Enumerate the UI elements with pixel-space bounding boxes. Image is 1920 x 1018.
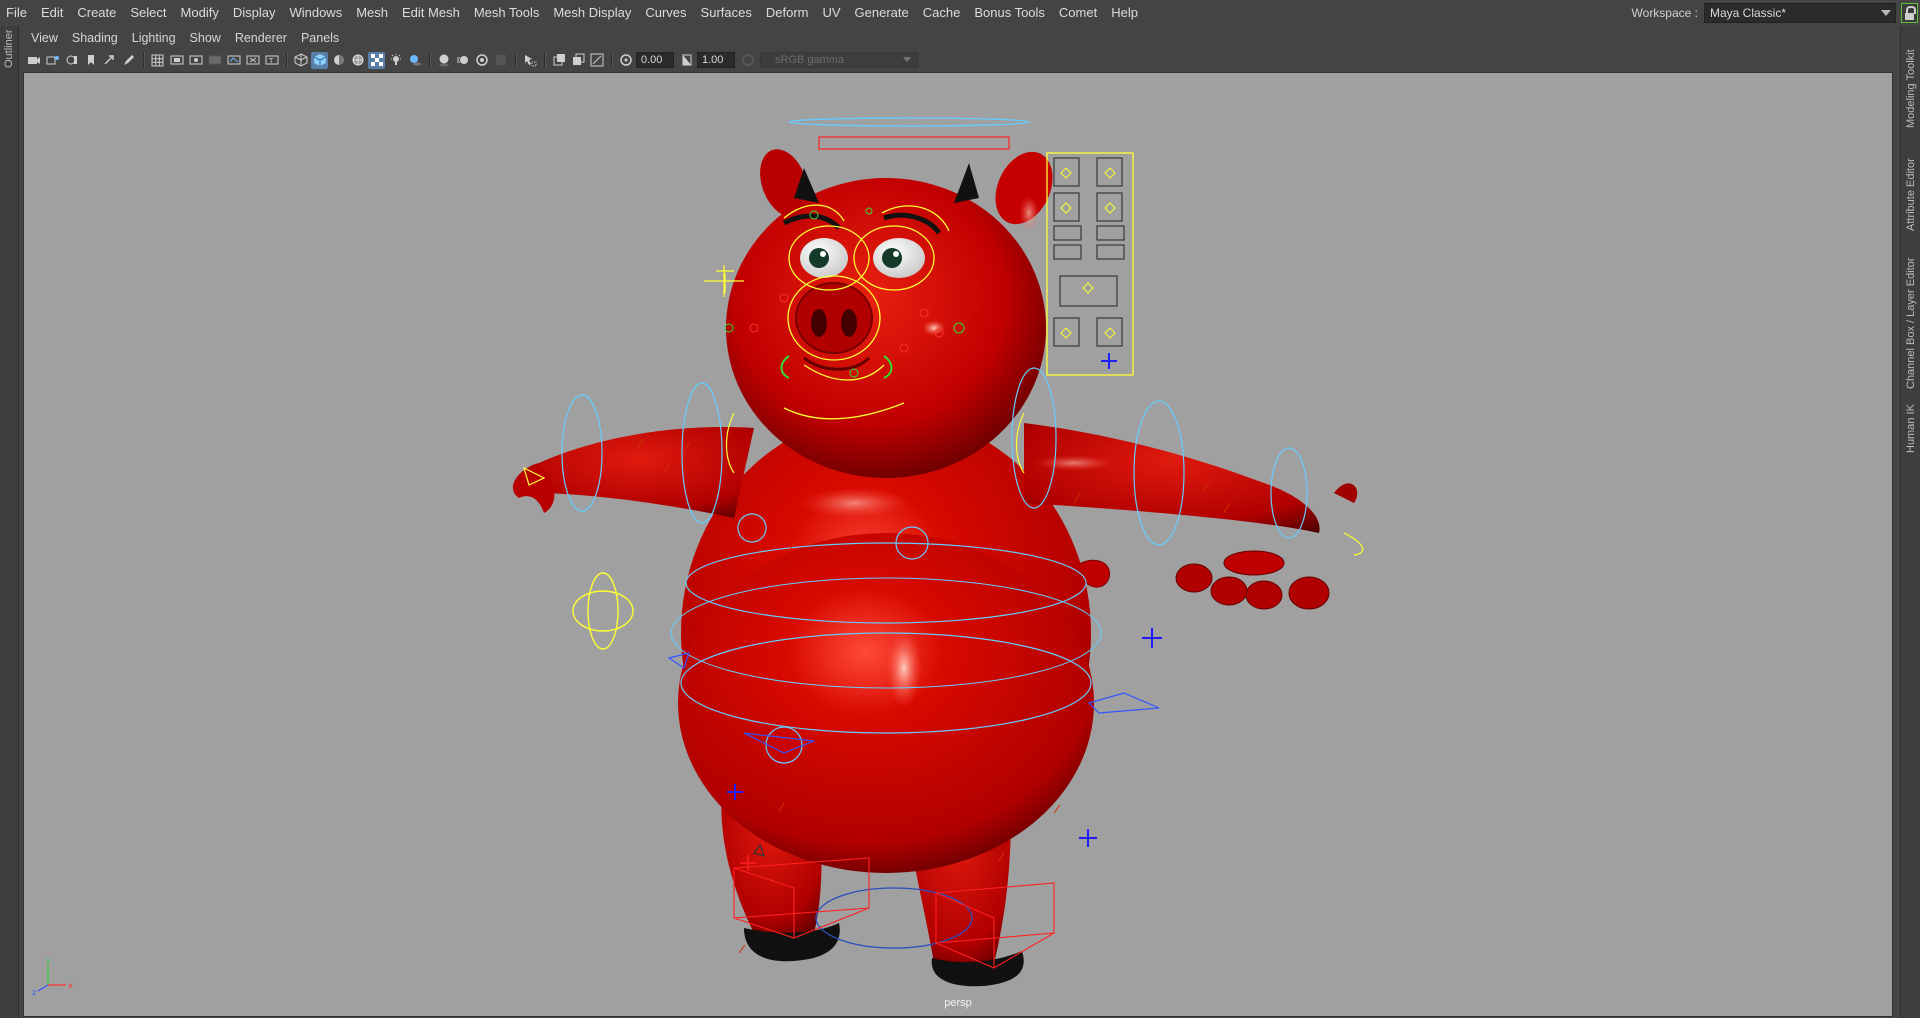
- chevron-down-icon: [903, 57, 911, 62]
- wireframe-on-shaded-icon[interactable]: [349, 52, 366, 69]
- lock-icon[interactable]: [1901, 3, 1918, 23]
- image-plane-icon[interactable]: [82, 52, 99, 69]
- xray-joints-icon[interactable]: [588, 52, 605, 69]
- motion-blur-icon[interactable]: [454, 52, 471, 69]
- toolbar-divider: [544, 52, 546, 68]
- face-picker-panel[interactable]: [1046, 152, 1134, 376]
- right-side-strip: Modeling Toolkit Attribute Editor Channe…: [1900, 26, 1920, 1018]
- panel-menu-panels[interactable]: Panels: [294, 31, 346, 45]
- menu-cache[interactable]: Cache: [916, 2, 968, 24]
- menu-mesh[interactable]: Mesh: [349, 2, 395, 24]
- toolbar-divider: [286, 52, 288, 68]
- safe-action-icon[interactable]: [244, 52, 261, 69]
- toolbar-divider: [429, 52, 431, 68]
- camera-attributes-icon[interactable]: [44, 52, 61, 69]
- menu-deform[interactable]: Deform: [759, 2, 816, 24]
- default-lighting-icon[interactable]: [330, 52, 347, 69]
- menu-create[interactable]: Create: [70, 2, 123, 24]
- use-all-lights-icon[interactable]: [387, 52, 404, 69]
- toolbar-divider: [611, 52, 613, 68]
- menu-windows[interactable]: Windows: [282, 2, 349, 24]
- svg-text:y: y: [46, 956, 51, 965]
- tab-channel-box-layer-editor[interactable]: Channel Box / Layer Editor: [1905, 258, 1917, 389]
- colorspace-dropdown[interactable]: sRGB gamma: [760, 52, 918, 68]
- gamma-field[interactable]: 1.00: [697, 52, 735, 68]
- menu-generate[interactable]: Generate: [848, 2, 916, 24]
- svg-text:T: T: [268, 57, 274, 65]
- panel-menubar: View Shading Lighting Show Renderer Pane…: [21, 27, 346, 49]
- exposure-icon[interactable]: [617, 52, 634, 69]
- panel-menu-view[interactable]: View: [21, 31, 65, 45]
- exposure-field[interactable]: 0.00: [636, 52, 674, 68]
- gamma-icon[interactable]: [678, 52, 695, 69]
- menu-mesh-tools[interactable]: Mesh Tools: [467, 2, 547, 24]
- menu-edit-mesh[interactable]: Edit Mesh: [395, 2, 467, 24]
- left-side-strip: Outliner: [0, 26, 19, 1018]
- menu-curves[interactable]: Curves: [638, 2, 693, 24]
- viewport-panel: View Shading Lighting Show Renderer Pane…: [21, 27, 1898, 1018]
- xray-active-components-icon[interactable]: [569, 52, 586, 69]
- tab-human-ik[interactable]: Human IK: [1905, 404, 1917, 453]
- menu-select[interactable]: Select: [123, 2, 173, 24]
- menu-file[interactable]: File: [0, 2, 34, 24]
- screen-space-ambient-occlusion-icon[interactable]: [435, 52, 452, 69]
- tab-modeling-toolkit[interactable]: Modeling Toolkit: [1905, 49, 1917, 128]
- panel-toolbar: T 0.00 1.00 sRGB gamma: [21, 49, 1898, 71]
- depth-of-field-icon[interactable]: [492, 52, 509, 69]
- maya-window: File Edit Create Select Modify Display W…: [0, 0, 1920, 1018]
- menu-bonus-tools[interactable]: Bonus Tools: [967, 2, 1052, 24]
- axis-gizmo: y x z: [32, 956, 73, 997]
- film-gate-icon[interactable]: [168, 52, 185, 69]
- pig-head[interactable]: [726, 143, 1064, 478]
- select-camera-icon[interactable]: [25, 52, 42, 69]
- menu-mesh-display[interactable]: Mesh Display: [546, 2, 638, 24]
- svg-text:z: z: [32, 988, 36, 997]
- view-transform-icon[interactable]: [739, 52, 756, 69]
- scene-render[interactable]: y x z: [24, 73, 1893, 1017]
- isolate-select-icon[interactable]: [521, 52, 538, 69]
- xray-icon[interactable]: [550, 52, 567, 69]
- grid-icon[interactable]: [149, 52, 166, 69]
- workspace-selector: Workspace : Maya Classic*: [1632, 3, 1896, 23]
- menu-help[interactable]: Help: [1104, 2, 1145, 24]
- bookmark-icon[interactable]: [63, 52, 80, 69]
- menu-modify[interactable]: Modify: [174, 2, 226, 24]
- main-menubar: File Edit Create Select Modify Display W…: [0, 0, 1920, 26]
- shadows-icon[interactable]: [406, 52, 423, 69]
- wireframe-icon[interactable]: [292, 52, 309, 69]
- colorspace-value: sRGB gamma: [775, 54, 845, 66]
- smooth-shade-icon[interactable]: [311, 51, 328, 69]
- perspective-viewport[interactable]: y x z persp: [23, 72, 1893, 1017]
- camera-name-label: persp: [944, 997, 972, 1009]
- grease-pencil-icon[interactable]: [120, 52, 137, 69]
- safe-title-icon[interactable]: T: [263, 52, 280, 69]
- tab-attribute-editor[interactable]: Attribute Editor: [1905, 158, 1917, 231]
- panel-menu-renderer[interactable]: Renderer: [228, 31, 294, 45]
- panel-menu-show[interactable]: Show: [183, 31, 228, 45]
- two-d-pan-zoom-icon[interactable]: [101, 52, 118, 69]
- menu-edit[interactable]: Edit: [34, 2, 70, 24]
- toolbar-divider: [515, 52, 517, 68]
- panel-menu-lighting[interactable]: Lighting: [125, 31, 183, 45]
- toolbar-divider: [143, 52, 145, 68]
- workspace-dropdown[interactable]: Maya Classic*: [1704, 3, 1896, 23]
- outliner-tab[interactable]: Outliner: [3, 29, 15, 68]
- workspace-value: Maya Classic*: [1710, 6, 1787, 20]
- gate-mask-icon[interactable]: [206, 52, 223, 69]
- svg-text:x: x: [68, 981, 73, 990]
- menu-uv[interactable]: UV: [815, 2, 847, 24]
- workspace-label: Workspace :: [1631, 6, 1698, 20]
- resolution-gate-icon[interactable]: [187, 52, 204, 69]
- menu-display[interactable]: Display: [226, 2, 283, 24]
- menu-surfaces[interactable]: Surfaces: [694, 2, 759, 24]
- field-chart-icon[interactable]: [225, 52, 242, 69]
- menu-comet[interactable]: Comet: [1052, 2, 1104, 24]
- textured-icon[interactable]: [368, 51, 385, 69]
- chevron-down-icon: [1881, 10, 1891, 16]
- panel-menu-shading[interactable]: Shading: [65, 31, 125, 45]
- anti-aliasing-icon[interactable]: [473, 52, 490, 69]
